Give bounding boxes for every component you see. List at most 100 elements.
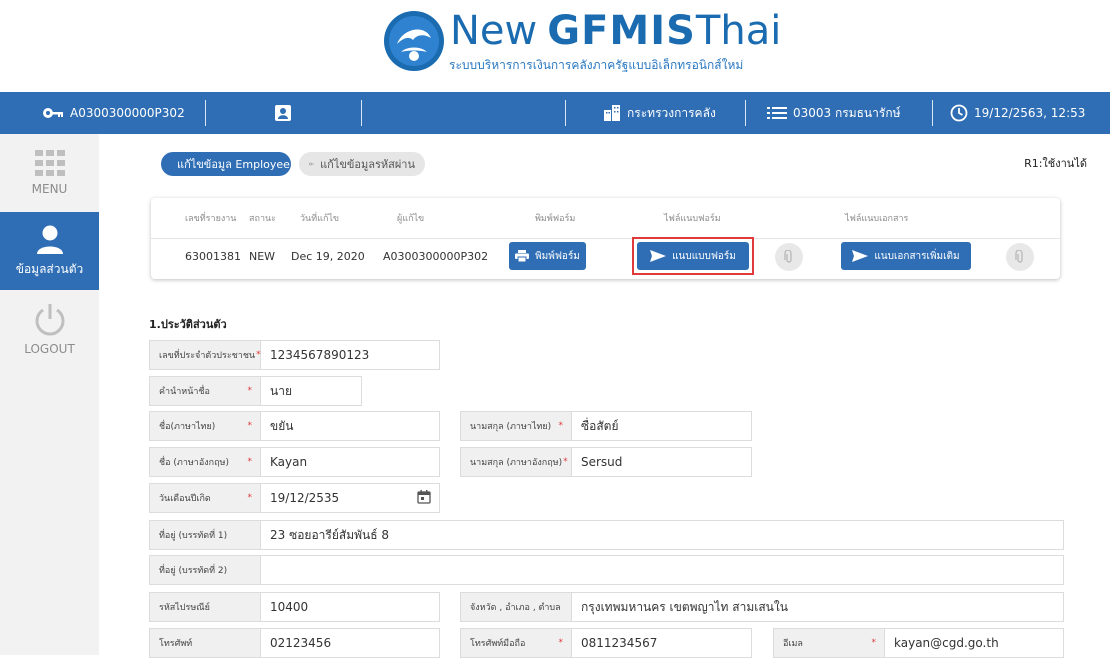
calendar-icon[interactable] — [417, 490, 431, 504]
field-value: 02123456 — [270, 636, 332, 650]
logo-word-new: New — [450, 8, 538, 54]
topbar-divider — [745, 100, 746, 126]
id-card-icon — [275, 105, 291, 121]
logo-word-thai: Thai — [695, 8, 782, 54]
topbar-divider — [565, 100, 566, 126]
label-text: ชื่อ (ภาษาอังกฤษ) — [159, 458, 230, 468]
profile-button[interactable] — [274, 92, 292, 134]
attach-more-button[interactable]: แนบเอกสารเพิ่มเติม — [841, 242, 971, 270]
required-mark: * — [247, 493, 253, 503]
department-info: 03003 กรมธนารักษ์ — [767, 92, 901, 134]
field-label: คำนำหน้าชื่อ * — [150, 377, 261, 405]
label-text: นามสกุล (ภาษาไทย) — [470, 422, 552, 432]
field-label: จังหวัด , อำเภอ , ตำบล — [461, 593, 572, 621]
label-text: รหัสไปรษณีย์ — [159, 603, 210, 613]
logo-subtitle: ระบบบริหารการเงินการคลังภาครัฐแบบอิเล็กท… — [449, 58, 744, 72]
sidebar-item-label: ข้อมูลส่วนตัว — [15, 261, 84, 276]
app-header: New GFMIS Thai ระบบบริหารการเงินการคลังภ… — [0, 0, 1110, 92]
field-value: 0811234567 — [581, 636, 658, 650]
field-label: นามสกุล (ภาษาอังกฤษ) * — [461, 448, 572, 476]
email-field[interactable]: อีเมล * kayan@cgd.go.th — [773, 628, 1064, 658]
printer-icon — [515, 250, 530, 262]
attach-more-clip-button[interactable] — [1006, 243, 1034, 271]
key-icon — [309, 162, 315, 166]
sidebar-item-label: LOGOUT — [24, 342, 75, 356]
datetime-text: 19/12/2563, 12:53 — [974, 106, 1086, 120]
print-form-button[interactable]: พิมพ์ฟอร์ม — [509, 242, 586, 270]
sidebar-item-logout[interactable]: LOGOUT — [0, 290, 99, 368]
attach-form-button[interactable]: แนบแบบฟอร์ม — [637, 242, 749, 270]
sidebar: MENU ข้อมูลส่วนตัว LOGOUT — [0, 134, 99, 655]
required-mark: * — [558, 421, 564, 431]
field-label: โทรศัพท์ — [150, 629, 261, 657]
field-label: อีเมล * — [774, 629, 885, 657]
button-label: แนบแบบฟอร์ม — [672, 250, 736, 262]
paperclip-icon — [1015, 250, 1023, 263]
header-print-form: พิมพ์ฟอร์ม — [535, 214, 576, 224]
last-name-th-field[interactable]: นามสกุล (ภาษาไทย) * ซื่อสัตย์ — [460, 411, 752, 441]
logo-title: New GFMIS Thai — [450, 8, 781, 54]
tab-label: แก้ไขข้อมูลรหัสผ่าน — [320, 158, 415, 171]
sidebar-item-profile[interactable]: ข้อมูลส่วนตัว — [0, 212, 99, 290]
button-label: พิมพ์ฟอร์ม — [535, 250, 580, 262]
building-icon — [604, 105, 620, 121]
header-attach-doc: ไฟล์แนบเอกสาร — [845, 214, 909, 224]
label-text: ที่อยู่ (บรรทัดที่ 1) — [159, 531, 228, 541]
field-label: ชื่อ (ภาษาอังกฤษ) * — [150, 448, 261, 476]
required-mark: * — [247, 386, 253, 396]
label-text: คำนำหน้าชื่อ — [159, 387, 210, 397]
logo-word-gfmis: GFMIS — [547, 8, 696, 54]
national-id-field[interactable]: เลขที่ประจำตัวประชาชน * 1234567890123 — [149, 340, 440, 370]
address1-field[interactable]: ที่อยู่ (บรรทัดที่ 1) 23 ซอยอารีย์สัมพัน… — [149, 520, 1064, 550]
mobile-field[interactable]: โทรศัพท์มือถือ * 0811234567 — [460, 628, 752, 658]
section-title: 1.ประวัติส่วนตัว — [149, 318, 227, 331]
field-label: ชื่อ(ภาษาไทย) * — [150, 412, 261, 440]
first-name-en-field[interactable]: ชื่อ (ภาษาอังกฤษ) * Kayan — [149, 447, 440, 477]
status-indicator: R1:ใช้งานได้ — [1024, 157, 1087, 170]
topbar-divider — [205, 100, 206, 126]
field-label: ที่อยู่ (บรรทัดที่ 2) — [150, 556, 261, 584]
department-text: 03003 กรมธนารักษ์ — [793, 105, 901, 120]
topbar-divider — [361, 100, 362, 126]
label-text: อีเมล — [783, 639, 803, 649]
sidebar-item-menu[interactable]: MENU — [0, 134, 99, 212]
field-value: Sersud — [581, 455, 623, 469]
postal-code-field[interactable]: รหัสไปรษณีย์ 10400 — [149, 592, 440, 622]
birth-date-field[interactable]: วันเดือนปีเกิด * 19/12/2535 — [149, 483, 440, 513]
field-value: kayan@cgd.go.th — [894, 636, 999, 650]
label-text: ชื่อ(ภาษาไทย) — [159, 422, 216, 432]
field-value: Kayan — [270, 455, 308, 469]
field-value: 10400 — [270, 600, 309, 614]
field-value: กรุงเทพมหานคร เขตพญาไท สามเสนใน — [581, 599, 788, 614]
power-icon — [35, 304, 64, 336]
tab-edit-employee[interactable]: แก้ไขข้อมูล Employee — [161, 152, 291, 176]
person-icon — [36, 225, 63, 254]
tab-edit-password[interactable]: แก้ไขข้อมูลรหัสผ่าน — [299, 152, 425, 176]
province-field[interactable]: จังหวัด , อำเภอ , ตำบล กรุงเทพมหานคร เขต… — [460, 592, 1064, 622]
first-name-th-field[interactable]: ชื่อ(ภาษาไทย) * ขยัน — [149, 411, 440, 441]
sidebar-item-label: MENU — [31, 182, 68, 196]
field-label: นามสกุล (ภาษาไทย) * — [461, 412, 572, 440]
phone-field[interactable]: โทรศัพท์ 02123456 — [149, 628, 440, 658]
required-mark: * — [256, 350, 261, 360]
user-code[interactable]: A0300300000P302 — [42, 92, 185, 134]
gfmis-logo-icon — [384, 11, 444, 71]
required-mark: * — [563, 457, 568, 467]
document-card: เลขที่รายงาน สถานะ วันที่แก้ไข ผู้แก้ไข … — [151, 198, 1060, 279]
label-text: ที่อยู่ (บรรทัดที่ 2) — [159, 566, 228, 576]
last-name-en-field[interactable]: นามสกุล (ภาษาอังกฤษ) * Sersud — [460, 447, 752, 477]
field-value: ขยัน — [270, 418, 294, 433]
label-text: วันเดือนปีเกิด — [159, 494, 211, 504]
attach-form-clip-button[interactable] — [775, 243, 803, 271]
send-icon — [650, 250, 667, 262]
field-value: 19/12/2535 — [270, 491, 340, 505]
topbar-divider — [932, 100, 933, 126]
header-report-no: เลขที่รายงาน — [185, 214, 237, 224]
header-edit-date: วันที่แก้ไข — [300, 214, 340, 224]
prefix-field[interactable]: คำนำหน้าชื่อ * นาย — [149, 376, 362, 406]
top-bar: A0300300000P302 กระทรวงการคลัง 03003 กรม… — [0, 92, 1110, 134]
address2-field[interactable]: ที่อยู่ (บรรทัดที่ 2) — [149, 555, 1064, 585]
divider — [151, 238, 1060, 239]
field-label: เลขที่ประจำตัวประชาชน * — [150, 341, 261, 369]
field-value: 23 ซอยอารีย์สัมพันธ์ 8 — [270, 527, 390, 542]
